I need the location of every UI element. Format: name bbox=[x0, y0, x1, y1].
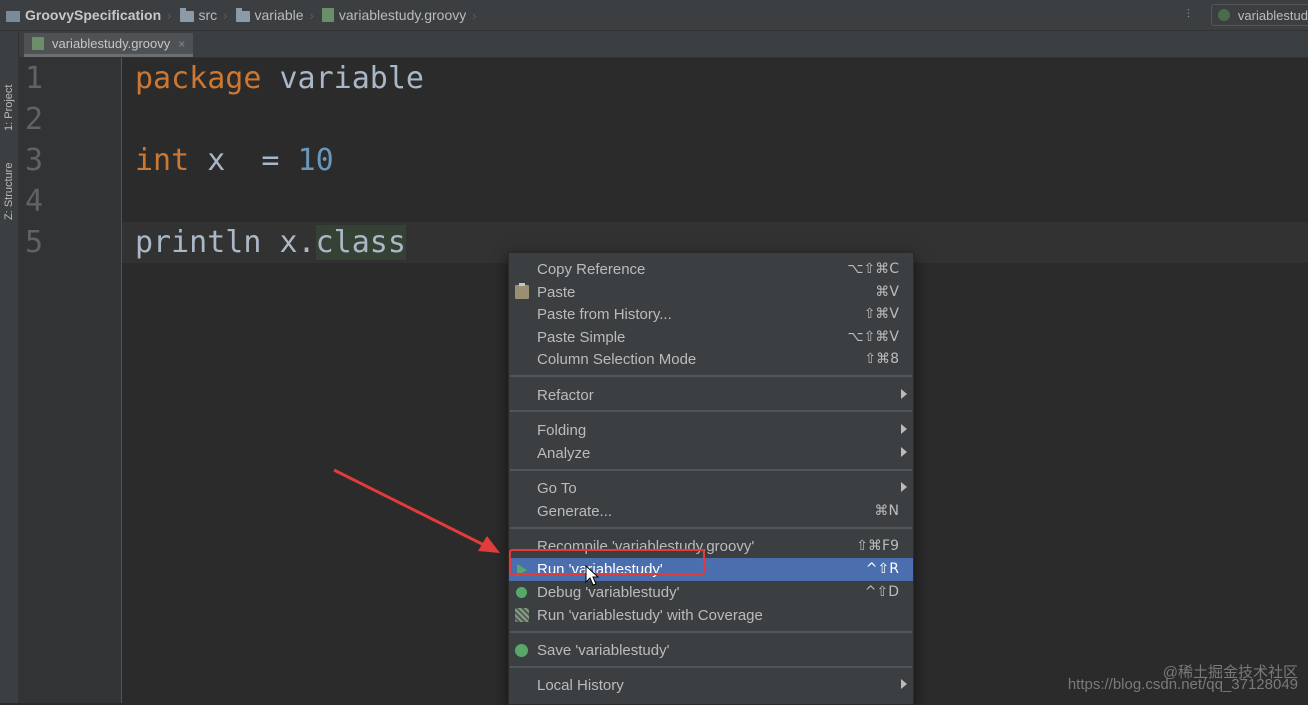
mouse-cursor-icon bbox=[585, 565, 600, 586]
annotation-arrow bbox=[333, 468, 500, 553]
watermark-csdn: https://blog.csdn.net/qq_37128049 bbox=[1067, 676, 1298, 693]
